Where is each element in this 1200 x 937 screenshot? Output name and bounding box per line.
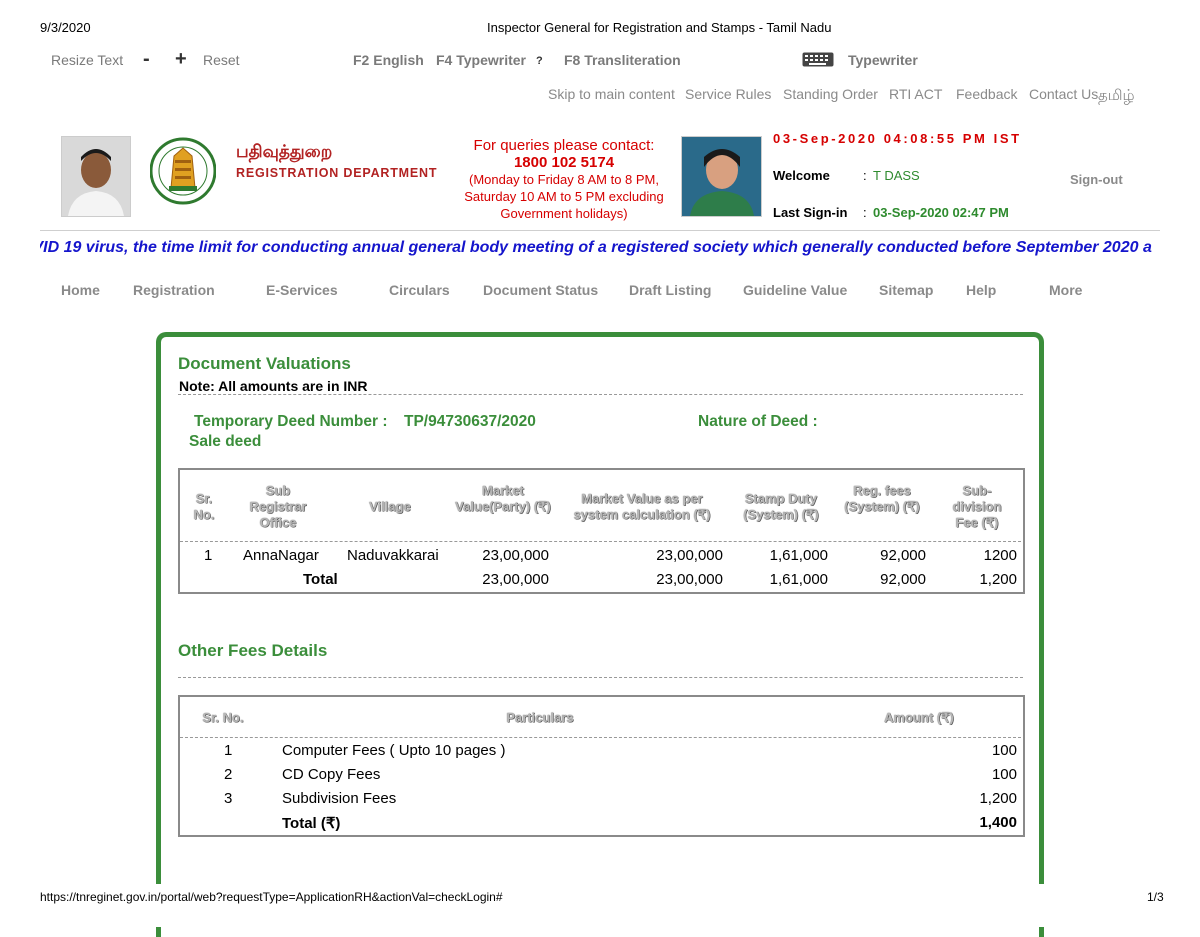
- row-subdivision-fee: 1200: [983, 547, 1017, 564]
- menu-registration[interactable]: Registration: [133, 282, 215, 298]
- fees-total-label: Total (₹): [282, 815, 341, 832]
- helpline-phone: 1800 102 5174: [513, 154, 615, 171]
- menu-more[interactable]: More: [1049, 282, 1082, 298]
- fee-particular: Subdivision Fees: [282, 790, 397, 807]
- other-fees-title: Other Fees Details: [178, 641, 328, 660]
- tamil-nadu-emblem: [149, 136, 217, 206]
- decrease-text-button[interactable]: -: [143, 48, 150, 71]
- tamil-language-link[interactable]: தமிழ்: [1098, 87, 1135, 106]
- menu-sitemap[interactable]: Sitemap: [879, 282, 933, 298]
- menu-e-services[interactable]: E-Services: [266, 282, 338, 298]
- total-reg-fees: 92,000: [880, 571, 926, 588]
- row-sr-no: 1: [204, 547, 213, 564]
- col-header-subdivision-fee: Sub-division Fee (₹): [952, 483, 1002, 530]
- total-stamp-duty: 1,61,000: [769, 571, 828, 588]
- f8-transliteration-button[interactable]: F8 Transliteration: [564, 52, 681, 68]
- section-divider: [178, 394, 1023, 395]
- f2-english-button[interactable]: F2 English: [353, 52, 424, 68]
- nature-of-deed-label: Nature of Deed :: [698, 413, 818, 430]
- f4-typewriter-button[interactable]: F4 Typewriter: [436, 52, 526, 68]
- fee-amount: 100: [991, 742, 1017, 759]
- amount-note: Note: All amounts are in INR: [179, 378, 368, 394]
- fees-total-amount: 1,400: [979, 814, 1017, 831]
- fee-amount: 1,200: [979, 790, 1017, 807]
- service-rules-link[interactable]: Service Rules: [685, 86, 771, 102]
- col-header-particulars: Particulars: [506, 710, 574, 725]
- sign-out-link[interactable]: Sign-out: [1070, 172, 1123, 187]
- table-header-divider: [180, 541, 1021, 542]
- row-sro: AnnaNagar: [243, 547, 319, 564]
- fee-particular: Computer Fees ( Upto 10 pages ): [282, 742, 506, 759]
- former-cm-photo: [681, 136, 762, 217]
- helpline-hours: (Monday to Friday 8 AM to 8 PM, Saturday…: [464, 172, 664, 221]
- dept-tamil-name: பதிவுத்துறை: [236, 142, 333, 161]
- col-header-village: Village: [369, 499, 411, 514]
- fee-amount: 100: [991, 766, 1017, 783]
- col-header-mv-system: Market Value as per system calculation (…: [573, 491, 711, 522]
- other-fees-divider: [178, 677, 1023, 678]
- last-signin-label: Last Sign-in: [773, 205, 848, 220]
- last-signin-value: 03-Sep-2020 02:47 PM: [873, 205, 1009, 220]
- row-mv-party: 23,00,000: [482, 547, 549, 564]
- news-ticker: OVID 19 virus, the time limit for conduc…: [40, 239, 1160, 257]
- deed-number-label: Temporary Deed Number :: [194, 413, 388, 430]
- welcome-user: T DASS: [873, 168, 920, 183]
- fees-header-divider: [180, 737, 1021, 738]
- ticker-text: OVID 19 virus, the time limit for conduc…: [40, 239, 1152, 256]
- reset-text-button[interactable]: Reset: [203, 52, 240, 68]
- row-village: Naduvakkarai: [347, 547, 439, 564]
- keyboard-icon[interactable]: [802, 52, 834, 67]
- total-subdivision-fee: 1,200: [979, 571, 1017, 588]
- last-signin-colon: :: [863, 205, 867, 220]
- col-header-sr-no: Sr. No.: [193, 491, 215, 522]
- menu-home[interactable]: Home: [61, 282, 100, 298]
- col-header-mv-party: Market Value(Party) (₹): [455, 483, 551, 514]
- print-title: Inspector General for Registration and S…: [487, 20, 832, 35]
- welcome-label: Welcome: [773, 168, 830, 183]
- menu-guideline-value[interactable]: Guideline Value: [743, 282, 847, 298]
- total-mv-system: 23,00,000: [656, 571, 723, 588]
- row-reg-fees: 92,000: [880, 547, 926, 564]
- col-header-stamp-duty: Stamp Duty (System) (₹): [743, 491, 819, 522]
- header-divider: [40, 230, 1160, 231]
- row-mv-system: 23,00,000: [656, 547, 723, 564]
- document-valuations-title: Document Valuations: [178, 354, 351, 373]
- helpline-box: For queries please contact: 1800 102 517…: [446, 137, 682, 222]
- total-label: Total: [303, 571, 338, 588]
- menu-draft-listing[interactable]: Draft Listing: [629, 282, 711, 298]
- row-stamp-duty: 1,61,000: [769, 547, 828, 564]
- chief-minister-photo: [61, 136, 131, 217]
- dept-english-name: REGISTRATION DEPARTMENT: [236, 166, 438, 180]
- fee-particular: CD Copy Fees: [282, 766, 381, 783]
- col-header-reg-fees: Reg. fees (System) (₹): [844, 483, 920, 514]
- col-header-amount: Amount (₹): [884, 710, 954, 725]
- col-header-fee-sr-no: Sr. No.: [202, 710, 244, 725]
- col-header-sro: Sub Registrar Office: [249, 483, 307, 530]
- menu-circulars[interactable]: Circulars: [389, 282, 450, 298]
- menu-help[interactable]: Help: [966, 282, 996, 298]
- resize-text-label: Resize Text: [51, 52, 124, 68]
- menu-document-status[interactable]: Document Status: [483, 282, 598, 298]
- deed-number-value: TP/94730637/2020: [404, 413, 536, 430]
- fee-sr-no: 1: [224, 742, 233, 759]
- fee-sr-no: 3: [224, 790, 233, 807]
- skip-to-main-link[interactable]: Skip to main content: [548, 86, 675, 102]
- print-date: 9/3/2020: [40, 20, 91, 35]
- print-page-number: 1/3: [1147, 890, 1164, 904]
- help-icon[interactable]: ?: [536, 55, 543, 67]
- query-title: For queries please contact:: [473, 137, 655, 154]
- total-mv-party: 23,00,000: [482, 571, 549, 588]
- welcome-colon: :: [863, 168, 867, 183]
- rti-act-link[interactable]: RTI ACT: [889, 86, 942, 102]
- fee-sr-no: 2: [224, 766, 233, 783]
- contact-us-link[interactable]: Contact Us: [1029, 86, 1098, 102]
- nature-of-deed-value: Sale deed: [189, 433, 262, 450]
- feedback-link[interactable]: Feedback: [956, 86, 1017, 102]
- typewriter-label[interactable]: Typewriter: [848, 52, 918, 68]
- current-datetime: 03-Sep-2020 04:08:55 PM IST: [773, 131, 1022, 146]
- increase-text-button[interactable]: +: [175, 48, 187, 71]
- standing-order-link[interactable]: Standing Order: [783, 86, 878, 102]
- print-footer-url: https://tnreginet.gov.in/portal/web?requ…: [40, 890, 503, 904]
